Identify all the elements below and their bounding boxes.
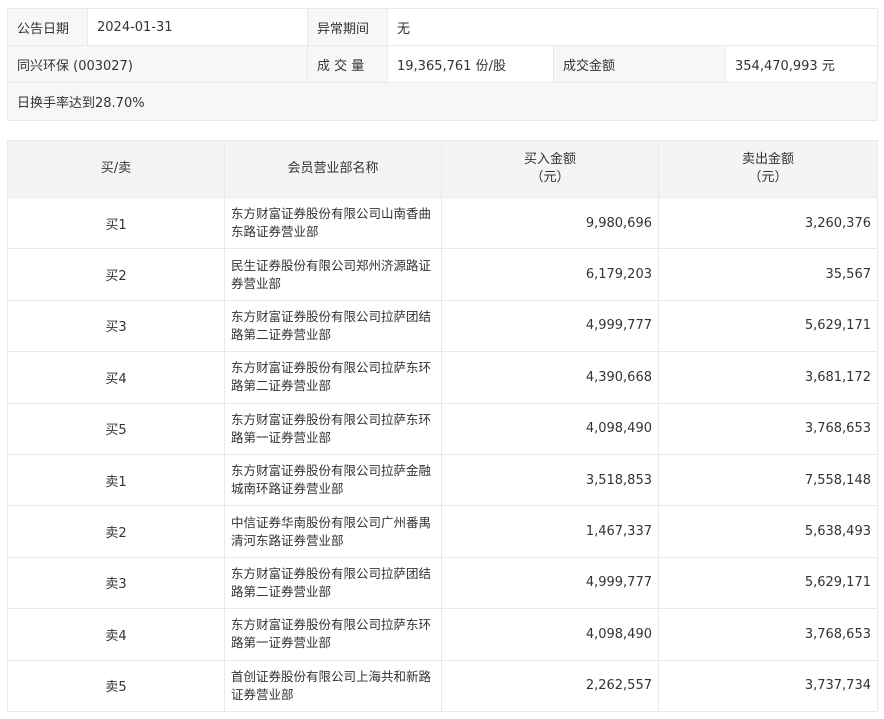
header-sell-line1: 卖出金额 — [741, 152, 794, 167]
table-row: 卖1 东方财富证券股份有限公司拉萨金融城南环路证券营业部 3,518,853 7… — [7, 453, 878, 507]
buy-amount-cell: 4,390,668 — [441, 351, 659, 404]
volume-value: 19,365,761 份/股 — [387, 45, 554, 83]
broker-name-cell: 首创证券股份有限公司上海共和新路证券营业部 — [224, 659, 442, 712]
sell-amount-cell: 5,638,493 — [658, 505, 878, 558]
buy-amount-cell: 4,098,490 — [441, 608, 659, 661]
table-row: 买5 东方财富证券股份有限公司拉萨东环路第一证券营业部 4,098,490 3,… — [7, 402, 878, 455]
amount-value: 354,470,993 元 — [725, 45, 878, 83]
table-row: 买1 东方财富证券股份有限公司山南香曲东路证券营业部 9,980,696 3,2… — [7, 196, 878, 250]
table-row: 买3 东方财富证券股份有限公司拉萨团结路第二证券营业部 4,999,777 5,… — [7, 299, 878, 353]
header-buy-line1: 买入金额 — [523, 152, 576, 167]
table-row: 卖5 首创证券股份有限公司上海共和新路证券营业部 2,262,557 3,737… — [7, 659, 878, 712]
buy-amount-cell: 2,262,557 — [441, 659, 659, 712]
sell-amount-cell: 3,768,653 — [658, 608, 878, 661]
table-header-row: 买/卖 会员营业部名称 买入金额 （元） 卖出金额 （元） — [7, 140, 878, 198]
table-row: 卖3 东方财富证券股份有限公司拉萨团结路第二证券营业部 4,999,777 5,… — [7, 556, 878, 610]
period-label: 异常期间 — [307, 8, 388, 46]
broker-name-cell: 东方财富证券股份有限公司山南香曲东路证券营业部 — [224, 196, 442, 250]
table-row: 卖4 东方财富证券股份有限公司拉萨东环路第一证券营业部 4,098,490 3,… — [7, 608, 878, 661]
reason-text: 日换手率达到28.70% — [7, 82, 878, 121]
header-broker: 会员营业部名称 — [224, 140, 442, 198]
date-label: 公告日期 — [7, 8, 88, 46]
broker-name-cell: 东方财富证券股份有限公司拉萨东环路第一证券营业部 — [224, 402, 442, 455]
amount-label: 成交金额 — [553, 45, 726, 83]
info-row-date: 公告日期 2024-01-31 异常期间 无 — [7, 8, 878, 46]
table-row: 卖2 中信证券华南股份有限公司广州番禺清河东路证券营业部 1,467,337 5… — [7, 505, 878, 558]
direction-cell: 买4 — [7, 351, 225, 404]
sell-amount-cell: 5,629,171 — [658, 299, 878, 353]
header-sell-line2: （元） — [748, 170, 788, 185]
table-row: 买4 东方财富证券股份有限公司拉萨东环路第二证券营业部 4,390,668 3,… — [7, 351, 878, 404]
broker-name-cell: 东方财富证券股份有限公司拉萨金融城南环路证券营业部 — [224, 453, 442, 507]
broker-trading-table: 买/卖 会员营业部名称 买入金额 （元） 卖出金额 （元） 买1 东方财富证券股… — [7, 140, 878, 712]
direction-cell: 卖1 — [7, 453, 225, 507]
sell-amount-cell: 3,768,653 — [658, 402, 878, 455]
broker-name-cell: 东方财富证券股份有限公司拉萨东环路第二证券营业部 — [224, 351, 442, 404]
broker-name-cell: 东方财富证券股份有限公司拉萨东环路第一证券营业部 — [224, 608, 442, 661]
sell-amount-cell: 3,737,734 — [658, 659, 878, 712]
info-row-reason: 日换手率达到28.70% — [7, 82, 878, 121]
sell-amount-cell: 35,567 — [658, 248, 878, 301]
volume-label: 成 交 量 — [307, 45, 388, 83]
header-buy-amount: 买入金额 （元） — [441, 140, 659, 198]
sell-amount-cell: 5,629,171 — [658, 556, 878, 610]
broker-name-cell: 中信证券华南股份有限公司广州番禺清河东路证券营业部 — [224, 505, 442, 558]
info-row-volume: 同兴环保 (003027) 成 交 量 19,365,761 份/股 成交金额 … — [7, 45, 878, 83]
sell-amount-cell: 3,681,172 — [658, 351, 878, 404]
direction-cell: 卖2 — [7, 505, 225, 558]
buy-amount-cell: 4,098,490 — [441, 402, 659, 455]
direction-cell: 卖4 — [7, 608, 225, 661]
direction-cell: 卖3 — [7, 556, 225, 610]
broker-name-cell: 东方财富证券股份有限公司拉萨团结路第二证券营业部 — [224, 299, 442, 353]
date-value: 2024-01-31 — [87, 8, 308, 46]
table-row: 买2 民生证券股份有限公司郑州济源路证券营业部 6,179,203 35,567 — [7, 248, 878, 301]
buy-amount-cell: 9,980,696 — [441, 196, 659, 250]
header-sell-amount: 卖出金额 （元） — [658, 140, 878, 198]
announcement-info-table: 公告日期 2024-01-31 异常期间 无 同兴环保 (003027) 成 交… — [7, 8, 878, 121]
sell-amount-cell: 7,558,148 — [658, 453, 878, 507]
direction-cell: 买1 — [7, 196, 225, 250]
direction-cell: 买2 — [7, 248, 225, 301]
buy-amount-cell: 4,999,777 — [441, 299, 659, 353]
buy-amount-cell: 4,999,777 — [441, 556, 659, 610]
broker-name-cell: 民生证券股份有限公司郑州济源路证券营业部 — [224, 248, 442, 301]
buy-amount-cell: 3,518,853 — [441, 453, 659, 507]
direction-cell: 买3 — [7, 299, 225, 353]
header-direction: 买/卖 — [7, 140, 225, 198]
broker-name-cell: 东方财富证券股份有限公司拉萨团结路第二证券营业部 — [224, 556, 442, 610]
direction-cell: 买5 — [7, 402, 225, 455]
buy-amount-cell: 1,467,337 — [441, 505, 659, 558]
stock-name: 同兴环保 (003027) — [7, 45, 308, 83]
sell-amount-cell: 3,260,376 — [658, 196, 878, 250]
buy-amount-cell: 6,179,203 — [441, 248, 659, 301]
direction-cell: 卖5 — [7, 659, 225, 712]
header-buy-line2: （元） — [530, 170, 570, 185]
period-value: 无 — [387, 8, 878, 46]
